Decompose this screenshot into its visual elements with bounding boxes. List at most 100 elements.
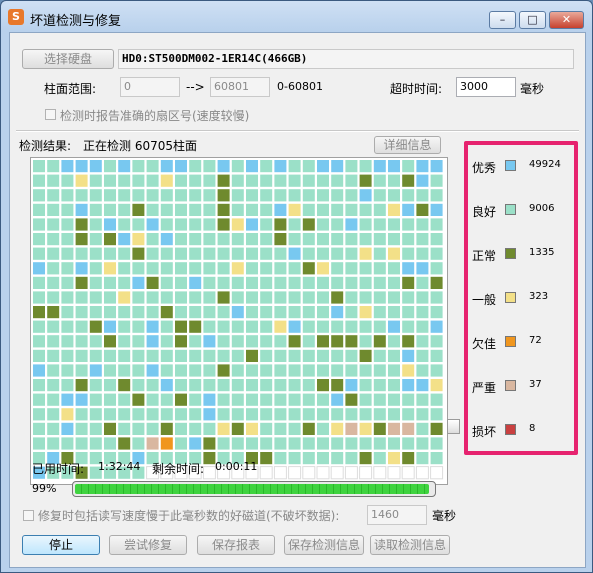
sector-block [203,452,216,465]
sector-block [132,437,145,450]
close-button[interactable]: ✕ [549,11,584,29]
minimize-button[interactable]: – [489,11,516,29]
sector-block [175,276,187,289]
sector-block [388,422,400,435]
sector-block [373,233,386,246]
sector-block [288,262,301,275]
sector-block [203,247,216,260]
sector-block [33,203,45,216]
sector-block [345,233,358,246]
sector-block [146,393,159,406]
sector-block [104,189,116,202]
sector-block [416,233,429,246]
sector-block [203,349,216,362]
sector-block [274,160,287,173]
sector-block [189,422,202,435]
sector-block [175,408,187,421]
sector-block [402,233,415,246]
sector-block [118,276,131,289]
timeout-label: 超时时间: [390,82,443,96]
sector-map [30,157,448,485]
sector-block [373,335,386,348]
sector-block [373,218,386,231]
sector-block [373,160,386,173]
sector-block [359,349,372,362]
sector-block [288,276,301,289]
sector-block [47,379,60,392]
sector-block [189,379,202,392]
sector-block [104,306,116,319]
sector-block [331,233,344,246]
sector-block [373,262,386,275]
sector-block [331,174,344,187]
sector-block [146,335,159,348]
sector-block [331,335,344,348]
sector-block [274,233,287,246]
sector-block [160,422,173,435]
slow-threshold-input[interactable]: 1460 [367,505,427,525]
sector-block [246,276,258,289]
sector-block [430,276,443,289]
sector-block [75,174,88,187]
range-to-input[interactable]: 60801 [210,77,270,97]
sector-block [345,291,358,304]
sector-block [61,291,74,304]
sector-block [89,408,102,421]
sector-block [33,320,45,333]
sector-block [274,437,287,450]
sector-block [61,393,74,406]
include-slow-checkbox[interactable] [23,510,34,521]
sector-block [75,437,88,450]
elapsed-label: 已用时间: [32,462,85,476]
sector-block [104,247,116,260]
sector-block [401,466,415,480]
legend-label: 正常 [472,249,497,263]
select-disk-button[interactable]: 选择硬盘 [22,49,114,69]
sector-block [260,233,273,246]
load-result-button[interactable]: 读取检测信息 [370,535,450,555]
sector-block [260,276,273,289]
sector-block [132,408,145,421]
scroll-button[interactable] [447,419,460,434]
sector-block [61,262,74,275]
save-report-button[interactable]: 保存报表 [197,535,275,555]
stop-button[interactable]: 停止 [22,535,100,555]
sector-block [146,291,159,304]
sector-block [75,364,88,377]
sector-block [47,437,60,450]
timeout-input[interactable]: 3000 [456,77,516,97]
sector-block [302,379,315,392]
remain-label: 剩余时间: [152,462,205,476]
sector-block [274,364,287,377]
sector-block [231,379,244,392]
sector-block [217,408,230,421]
sector-block [274,452,287,465]
sector-block [430,233,443,246]
sector-block [175,247,187,260]
sector-block [231,306,244,319]
sector-block [246,174,258,187]
range-from-input[interactable]: 0 [120,77,180,97]
sector-block [217,160,230,173]
sector-block [302,291,315,304]
maximize-button[interactable]: □ [519,11,546,29]
try-repair-button[interactable]: 尝试修复 [109,535,187,555]
sector-block [331,218,344,231]
sector-block [132,233,145,246]
sector-block [388,276,400,289]
sector-block [203,306,216,319]
sector-block [189,306,202,319]
save-result-button[interactable]: 保存检测信息 [284,535,364,555]
sector-block [288,160,301,173]
sector-block [402,189,415,202]
sector-block [317,262,329,275]
detail-button[interactable]: 详细信息 [374,136,441,154]
sector-block [75,393,88,406]
accurate-sector-checkbox[interactable] [45,109,56,120]
sector-block [47,247,60,260]
sector-block [231,335,244,348]
sector-block [118,262,131,275]
sector-block [47,320,60,333]
sector-block [146,320,159,333]
sector-block [47,189,60,202]
